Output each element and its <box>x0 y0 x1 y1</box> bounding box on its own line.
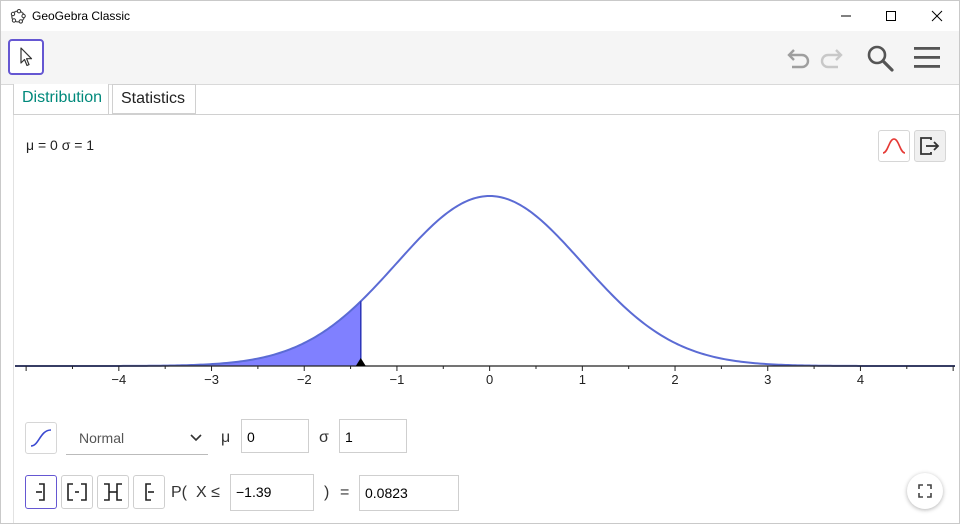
x-tick-label: 4 <box>857 372 864 387</box>
app-window: GeoGebra Classic Distribution Statistics… <box>0 0 960 524</box>
export-icon <box>920 137 940 155</box>
tab-statistics[interactable]: Statistics <box>112 84 196 114</box>
cumulative-toggle-button[interactable] <box>25 422 57 454</box>
left-interval-icon <box>36 483 45 501</box>
search-button[interactable] <box>865 43 895 73</box>
toolbar <box>1 31 959 85</box>
x-tick-label: 1 <box>579 372 586 387</box>
right-interval-icon <box>145 483 154 501</box>
search-icon <box>867 45 894 72</box>
fullscreen-button[interactable] <box>907 473 943 509</box>
minimize-icon <box>841 15 851 17</box>
export-button[interactable] <box>914 130 946 162</box>
probability-equals: = <box>340 484 350 501</box>
right-sided-interval-button[interactable] <box>133 475 165 509</box>
window-title: GeoGebra Classic <box>32 9 131 23</box>
maximize-button[interactable] <box>868 1 914 31</box>
distribution-select[interactable]: Normal <box>66 421 208 455</box>
x-tick-label: 3 <box>764 372 771 387</box>
probability-bound-input[interactable]: −1.39 <box>230 474 314 511</box>
geogebra-logo-icon <box>10 9 26 24</box>
two-sided-interval-button[interactable] <box>61 475 93 509</box>
close-button[interactable] <box>914 1 960 31</box>
move-tool-button[interactable] <box>8 39 44 75</box>
probability-result-field[interactable]: 0.0823 <box>359 475 459 511</box>
sd-label: σ <box>319 429 329 446</box>
undo-button[interactable] <box>782 43 812 73</box>
mean-input[interactable]: 0 <box>241 419 309 453</box>
x-tick-label: −2 <box>297 372 312 387</box>
sd-input[interactable]: 1 <box>339 419 407 453</box>
minimize-button[interactable] <box>823 1 869 31</box>
fullscreen-icon <box>918 484 932 498</box>
pointer-arrow-icon <box>20 47 33 67</box>
main-menu-button[interactable] <box>912 43 942 73</box>
undo-icon <box>787 49 810 69</box>
tab-divider <box>13 114 959 115</box>
x-axis: −4 −3 −2 −1 0 1 2 3 4 <box>15 365 955 387</box>
probability-close: ) <box>324 484 330 501</box>
interval-button[interactable] <box>97 475 129 509</box>
redo-button[interactable] <box>818 43 848 73</box>
distribution-plot[interactable]: −4 −3 −2 −1 0 1 2 3 4 <box>15 161 955 391</box>
hamburger-menu-icon <box>914 47 940 68</box>
cumulative-curve-icon <box>30 429 52 447</box>
tab-distribution[interactable]: Distribution <box>13 84 109 115</box>
density-curve <box>15 194 955 367</box>
x-tick-label: −1 <box>390 372 405 387</box>
chevron-down-icon <box>190 434 202 442</box>
x-tick-label: −4 <box>111 372 126 387</box>
probability-variable: X ≤ <box>196 484 220 501</box>
two-sided-interval-icon <box>67 483 87 501</box>
shaded-probability-area <box>15 301 361 366</box>
mean-label: μ <box>221 429 231 446</box>
probability-prefix: P( <box>171 484 187 501</box>
panel-border <box>13 115 14 523</box>
overlay-normal-curve-button[interactable] <box>878 130 910 162</box>
interval-icon <box>104 483 122 501</box>
bell-curve-icon <box>882 138 906 154</box>
close-icon <box>931 10 943 22</box>
maximize-icon <box>886 11 896 21</box>
redo-icon <box>820 49 843 69</box>
x-tick-label: −3 <box>204 372 219 387</box>
x-tick-label: 2 <box>671 372 678 387</box>
distribution-parameters-label: μ = 0 σ = 1 <box>26 137 95 153</box>
title-bar: GeoGebra Classic <box>1 1 959 31</box>
x-tick-label: 0 <box>486 372 493 387</box>
distribution-select-value: Normal <box>79 430 125 446</box>
left-sided-interval-button[interactable] <box>25 475 57 509</box>
